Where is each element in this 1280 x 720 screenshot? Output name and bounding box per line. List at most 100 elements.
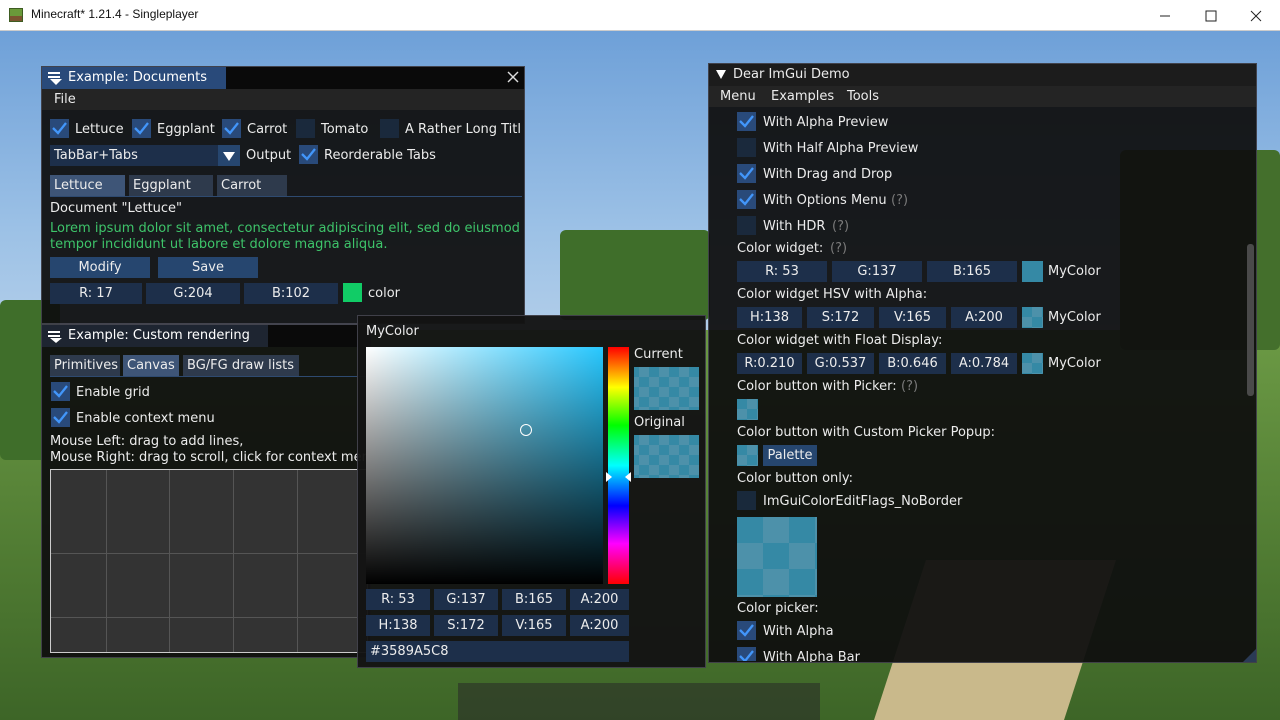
picker-hue-field[interactable]: H:138 — [366, 615, 430, 636]
float-b-field[interactable]: B:0.646 — [879, 353, 946, 374]
lorem-line-2: tempor incididunt ut labore et dolore ma… — [50, 237, 388, 252]
cw-swatch[interactable] — [1022, 261, 1043, 282]
combo-arrow-button[interactable] — [218, 145, 240, 166]
hue-cursor-left — [606, 472, 612, 482]
close-window-button[interactable] — [1233, 0, 1279, 31]
with-alpha-checkbox[interactable] — [737, 621, 756, 640]
noborder-label: ImGuiColorEditFlags_NoBorder — [763, 494, 963, 509]
noborder-checkbox[interactable] — [737, 491, 756, 510]
demo-option-checkbox[interactable] — [737, 164, 756, 183]
float-g-field[interactable]: G:0.537 — [807, 353, 874, 374]
tree-foliage — [560, 230, 710, 320]
documents-window: Example: Documents File Lettuce Eggplant C… — [41, 66, 525, 324]
doc-checkbox-3[interactable] — [296, 119, 315, 138]
hsv-a-field[interactable]: A:200 — [951, 307, 1017, 328]
green-field[interactable]: G:204 — [146, 283, 240, 304]
menu-examples[interactable]: Examples — [771, 89, 834, 104]
save-button[interactable]: Save — [158, 257, 258, 278]
help-marker[interactable]: (?) — [832, 219, 849, 234]
picker-color-button[interactable] — [737, 399, 758, 420]
tab-carrot[interactable]: Carrot — [217, 175, 287, 196]
tab-draw-lists[interactable]: BG/FG draw lists — [183, 355, 299, 376]
hsv-h-field[interactable]: H:138 — [737, 307, 802, 328]
demo-option-checkbox[interactable] — [737, 190, 756, 209]
picker-green-field[interactable]: G:137 — [434, 589, 498, 610]
tab-eggplant[interactable]: Eggplant — [129, 175, 213, 196]
document-title: Document "Lettuce" — [50, 201, 183, 216]
blue-field[interactable]: B:102 — [244, 283, 338, 304]
modify-button[interactable]: Modify — [50, 257, 150, 278]
float-r-field[interactable]: R:0.210 — [737, 353, 802, 374]
with-alpha-bar-label: With Alpha Bar — [763, 650, 860, 662]
sv-cursor[interactable] — [520, 424, 532, 436]
custom-tab[interactable]: Example: Custom rendering — [42, 325, 268, 347]
doc-checkbox-1[interactable] — [132, 119, 151, 138]
chevron-down-icon — [223, 152, 235, 161]
help-marker-picker[interactable]: (?) — [901, 379, 918, 394]
color-swatch[interactable] — [343, 283, 362, 302]
cw-green-field[interactable]: G:137 — [832, 261, 922, 282]
saturation-value-square[interactable] — [366, 347, 603, 584]
cw-mycolor: MyColor — [1048, 264, 1101, 279]
custom-color-button[interactable] — [737, 445, 758, 466]
original-swatch[interactable] — [634, 435, 699, 478]
red-field[interactable]: R: 17 — [50, 283, 142, 304]
menu-menu[interactable]: Menu — [720, 89, 756, 104]
picker-alpha2-field[interactable]: A:200 — [570, 615, 629, 636]
maximize-button[interactable] — [1188, 0, 1234, 31]
tab-canvas[interactable]: Canvas — [123, 355, 179, 376]
color-picker-popup: MyColor Current Original R: 53 G:137 B:1… — [357, 315, 706, 668]
menu-tools[interactable]: Tools — [847, 89, 879, 104]
check-icon — [301, 148, 316, 161]
help-marker[interactable]: (?) — [830, 241, 847, 256]
custom-rendering-window: Example: Custom rendering Primitives Can… — [41, 324, 371, 658]
resize-grip[interactable] — [1243, 649, 1256, 662]
demo-option-checkbox[interactable] — [737, 112, 756, 131]
picker-val-field[interactable]: V:165 — [502, 615, 566, 636]
enable-context-menu-checkbox[interactable] — [51, 408, 70, 427]
with-alpha-bar-checkbox[interactable] — [737, 647, 756, 661]
cw-blue-field[interactable]: B:165 — [927, 261, 1017, 282]
palette-button[interactable]: Palette — [763, 445, 817, 466]
menu-icon — [48, 331, 60, 333]
drawing-canvas[interactable] — [50, 469, 368, 653]
hsv-swatch[interactable] — [1022, 307, 1043, 328]
documents-tab[interactable]: Example: Documents — [42, 67, 226, 89]
close-icon[interactable] — [507, 71, 519, 83]
hsv-s-field[interactable]: S:172 — [807, 307, 874, 328]
picker-red-field[interactable]: R: 53 — [366, 589, 430, 610]
doc-checkbox-2[interactable] — [222, 119, 241, 138]
hue-bar[interactable] — [606, 347, 631, 584]
demo-option-checkbox[interactable] — [737, 138, 756, 157]
picker-alpha-field[interactable]: A:200 — [570, 589, 629, 610]
tab-primitives[interactable]: Primitives — [50, 355, 120, 376]
float-a-field[interactable]: A:0.784 — [951, 353, 1017, 374]
collapse-icon[interactable] — [716, 70, 726, 79]
minimize-button[interactable] — [1142, 0, 1188, 31]
check-icon — [224, 122, 239, 135]
demo-option-checkbox[interactable] — [737, 216, 756, 235]
hex-field[interactable]: #3589A5C8 — [366, 641, 629, 662]
picker-blue-field[interactable]: B:165 — [502, 589, 566, 610]
layout-combo[interactable]: TabBar+Tabs — [50, 145, 240, 166]
cw-red-field[interactable]: R: 53 — [737, 261, 827, 282]
original-label: Original — [634, 415, 685, 430]
demo-titlebar[interactable]: Dear ImGui Demo — [709, 64, 1256, 86]
hotbar — [458, 683, 820, 720]
tab-lettuce[interactable]: Lettuce — [50, 175, 125, 196]
demo-scrollbar[interactable] — [1247, 244, 1254, 396]
reorderable-checkbox[interactable] — [299, 145, 318, 164]
doc-checkbox-0[interactable] — [50, 119, 69, 138]
enable-grid-checkbox[interactable] — [51, 382, 70, 401]
current-label: Current — [634, 347, 683, 362]
doc-checkbox-label: A Rather Long Title — [405, 122, 521, 137]
picker-sat-field[interactable]: S:172 — [434, 615, 498, 636]
doc-checkbox-4[interactable] — [380, 119, 399, 138]
float-swatch[interactable] — [1022, 353, 1043, 374]
with-alpha-label: With Alpha — [763, 624, 834, 639]
menu-file[interactable]: File — [54, 92, 76, 107]
doc-checkbox-label: Lettuce — [75, 122, 124, 137]
large-color-button[interactable] — [737, 517, 817, 597]
help-marker[interactable]: (?) — [891, 193, 908, 208]
hsv-v-field[interactable]: V:165 — [879, 307, 946, 328]
